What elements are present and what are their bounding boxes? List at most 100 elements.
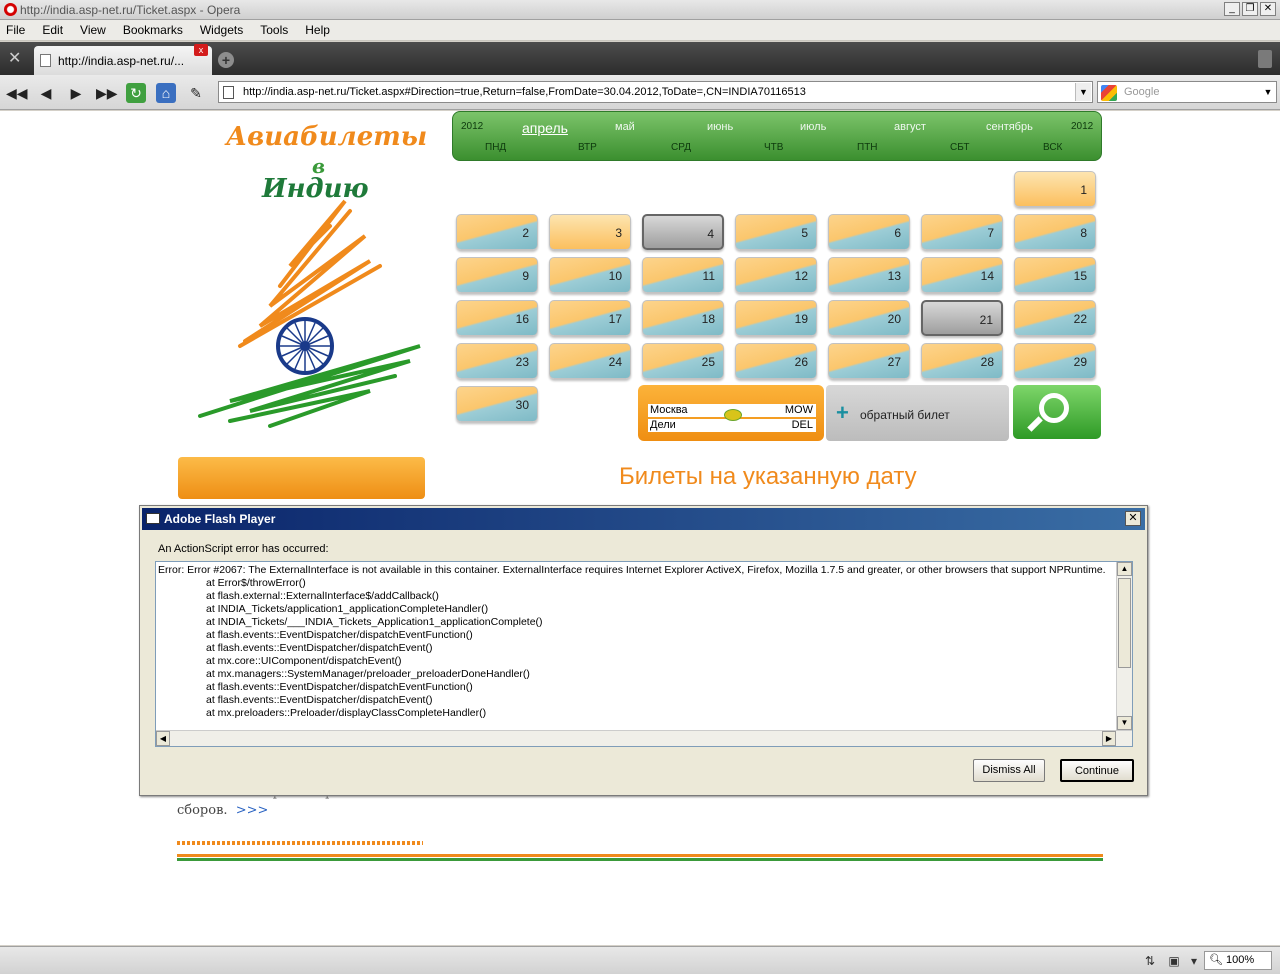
window-controls: _ ❐ ✕ [1224,2,1276,16]
plus-icon: + [836,400,849,425]
calendar-day-26[interactable]: 26 [735,343,817,379]
menu-bookmarks[interactable]: Bookmarks [123,23,183,37]
url-text[interactable]: http://india.asp-net.ru/Ticket.aspx#Dire… [243,86,806,98]
calendar-day-25[interactable]: 25 [642,343,724,379]
network-icon[interactable]: ⇅ [1142,954,1158,968]
error-lines: Error: Error #2067: The ExternalInterfac… [158,564,1106,720]
calendar-day-19[interactable]: 19 [735,300,817,336]
chevron-down-icon[interactable]: ▼ [1261,83,1275,101]
close-icon[interactable]: ✕ [1125,511,1141,526]
to-city: Дели [650,419,676,431]
menu-view[interactable]: View [80,23,106,37]
chevron-down-icon[interactable]: ▾ [1186,954,1202,968]
calendar-day-14[interactable]: 14 [921,257,1003,293]
green-stripe [177,858,1103,861]
day-number: 22 [1073,312,1087,326]
calendar-day-23[interactable]: 23 [456,343,538,379]
error-line: at mx.managers::SystemManager/preloader_… [206,668,530,680]
fast-forward-icon[interactable]: ▶▶ [96,83,118,103]
dotted-divider [177,841,423,845]
calendar-day-30[interactable]: 30 [456,386,538,422]
menu-widgets[interactable]: Widgets [200,23,243,37]
calendar-day-21[interactable]: 21 [921,300,1003,336]
new-tab-button[interactable]: + [218,52,234,68]
calendar-day-22[interactable]: 22 [1014,300,1096,336]
month-september[interactable]: сентябрь [986,121,1033,133]
zoom-control[interactable]: 🔍︎ 100% [1204,951,1272,970]
site-logo[interactable]: Авиабилеты в Индию [170,116,440,456]
calendar-day-29[interactable]: 29 [1014,343,1096,379]
menu-edit[interactable]: Edit [42,23,63,37]
edit-icon[interactable]: ✎ [186,83,206,103]
error-details-textbox[interactable]: Error: Error #2067: The ExternalInterfac… [155,561,1133,747]
close-window-button[interactable]: ✕ [1260,2,1276,16]
home-icon[interactable]: ⌂ [156,83,176,103]
flash-error-dialog: Adobe Flash Player ✕ An ActionScript err… [139,505,1148,796]
forward-icon[interactable]: ▶ [66,83,86,103]
month-july[interactable]: июль [800,121,826,133]
return-ticket-button[interactable]: + обратный билет [826,385,1009,441]
month-august[interactable]: август [894,121,926,133]
scroll-right-icon[interactable]: ▶ [1102,731,1116,746]
day-number: 14 [980,269,994,283]
calendar-day-12[interactable]: 12 [735,257,817,293]
menu-file[interactable]: File [6,23,25,37]
calendar-day-4[interactable]: 4 [642,214,724,250]
calendar-day-11[interactable]: 11 [642,257,724,293]
day-number: 27 [887,355,901,369]
calendar-day-28[interactable]: 28 [921,343,1003,379]
scroll-left-icon[interactable]: ◀ [156,731,170,746]
scroll-up-icon[interactable]: ▲ [1117,562,1132,576]
calendar-day-2[interactable]: 2 [456,214,538,250]
reload-icon[interactable]: ↻ [126,83,146,103]
orange-banner[interactable] [178,457,425,499]
calendar-day-18[interactable]: 18 [642,300,724,336]
minimize-button[interactable]: _ [1224,2,1240,16]
scroll-thumb[interactable] [1118,578,1131,668]
more-link[interactable]: >>> [236,803,269,818]
day-number: 17 [608,312,622,326]
calendar-day-8[interactable]: 8 [1014,214,1096,250]
month-june[interactable]: июнь [707,121,733,133]
calendar-day-15[interactable]: 15 [1014,257,1096,293]
search-tickets-button[interactable] [1013,385,1101,439]
month-april[interactable]: апрель [522,120,568,136]
calendar-day-5[interactable]: 5 [735,214,817,250]
tab-close-icon[interactable]: x [194,44,208,56]
address-field[interactable]: http://india.asp-net.ru/Ticket.aspx#Dire… [218,81,1093,103]
back-icon[interactable]: ◀ [36,83,56,103]
chevron-down-icon[interactable]: ▼ [1075,83,1091,101]
calendar-day-10[interactable]: 10 [549,257,631,293]
calendar-day-3[interactable]: 3 [549,214,631,250]
menu-tools[interactable]: Tools [260,23,288,37]
month-may[interactable]: май [615,121,635,133]
camera-icon[interactable]: ▣ [1166,954,1182,968]
calendar-day-13[interactable]: 13 [828,257,910,293]
calendar-day-7[interactable]: 7 [921,214,1003,250]
rewind-icon[interactable]: ◀◀ [6,83,28,103]
search-placeholder[interactable]: Google [1124,86,1159,98]
customize-tools-icon[interactable]: ✕ [8,50,26,68]
swap-direction-icon[interactable] [724,409,742,421]
status-bar: ⇅ ▣ ▾ 🔍︎ 100% [0,946,1280,974]
vertical-scrollbar[interactable]: ▲ ▼ [1116,562,1132,730]
calendar-day-6[interactable]: 6 [828,214,910,250]
calendar-day-1[interactable]: 1 [1014,171,1096,207]
continue-button[interactable]: Continue [1060,759,1134,782]
tab-active[interactable]: http://india.asp-net.ru/... x [34,44,212,75]
calendar-day-20[interactable]: 20 [828,300,910,336]
calendar-day-9[interactable]: 9 [456,257,538,293]
calendar-day-27[interactable]: 27 [828,343,910,379]
scroll-down-icon[interactable]: ▼ [1117,716,1132,730]
calendar-day-24[interactable]: 24 [549,343,631,379]
menu-help[interactable]: Help [305,23,330,37]
restore-button[interactable]: ❐ [1242,2,1258,16]
zoom-search-icon: 🔍︎ [1209,954,1223,966]
day-number: 20 [887,312,901,326]
calendar-day-16[interactable]: 16 [456,300,538,336]
calendar-day-17[interactable]: 17 [549,300,631,336]
trash-icon[interactable] [1258,50,1272,68]
horizontal-scrollbar[interactable]: ◀ ▶ [156,730,1132,746]
dismiss-all-button[interactable]: Dismiss All [973,759,1045,782]
search-field[interactable]: Google ▼ [1097,81,1277,103]
